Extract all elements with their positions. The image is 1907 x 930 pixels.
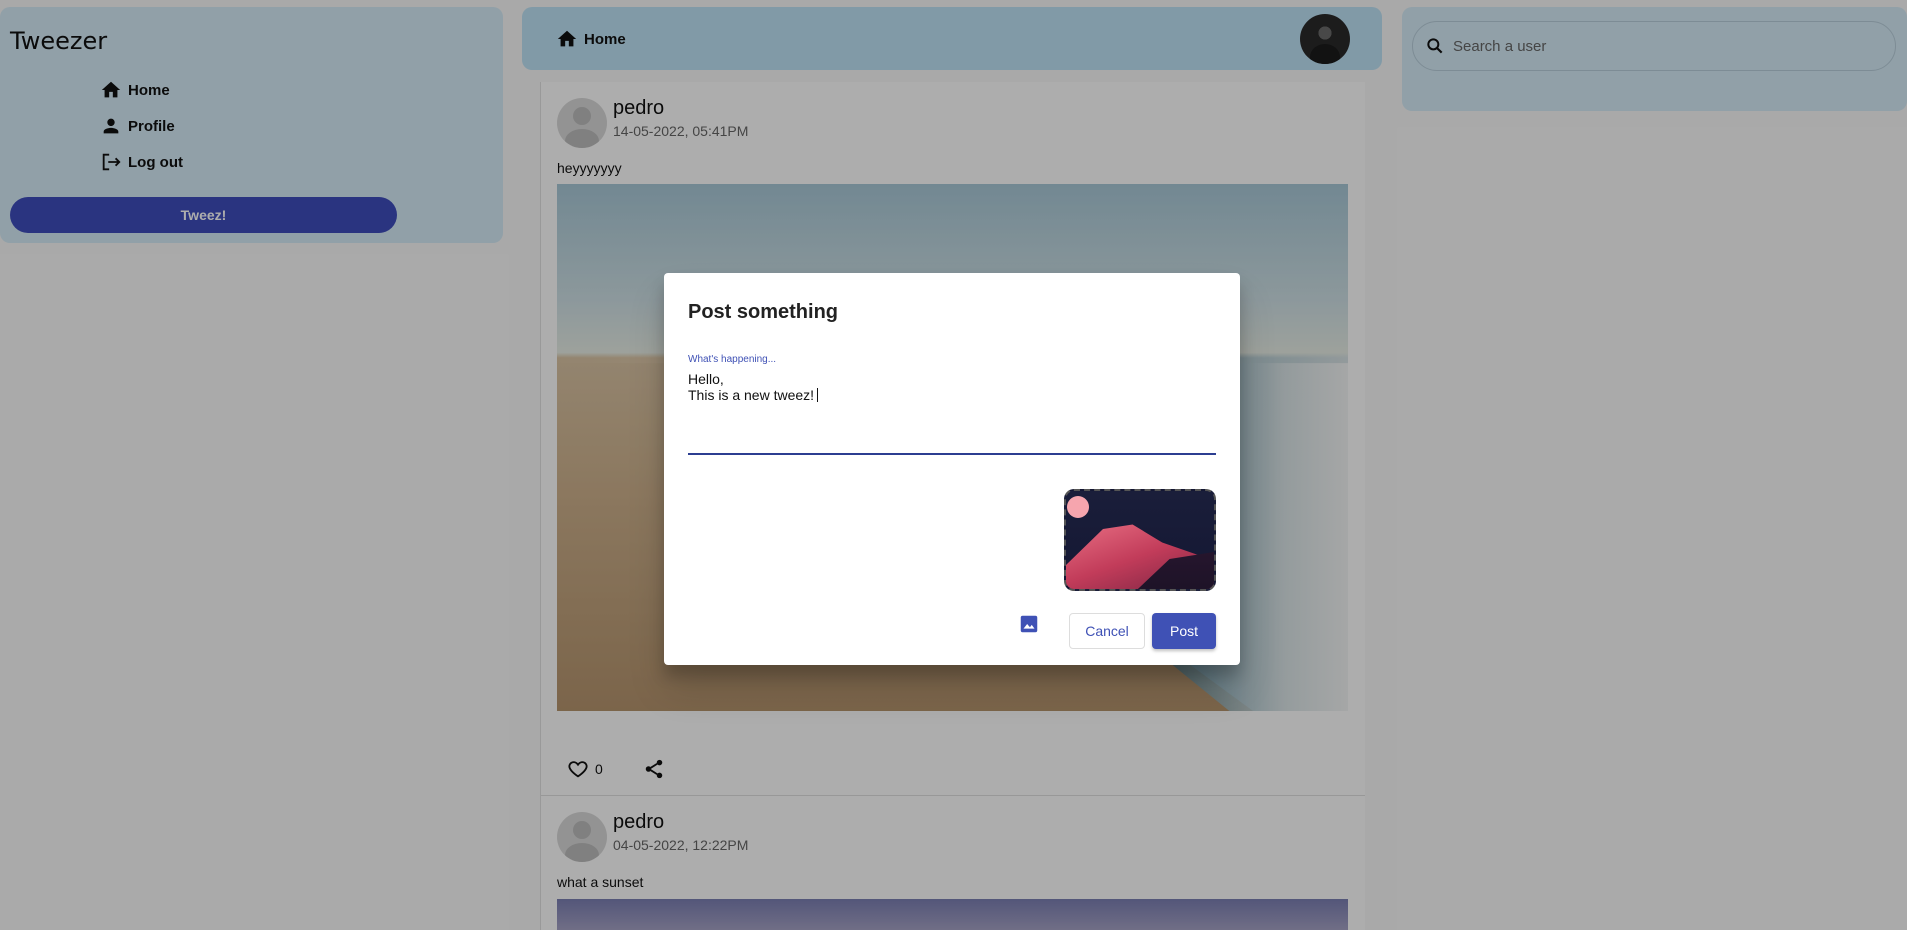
attached-image-preview[interactable]	[1064, 489, 1216, 591]
post-textarea[interactable]: Hello, This is a new tweez!	[688, 371, 819, 403]
image-icon[interactable]	[1018, 613, 1040, 635]
text-caret	[817, 388, 819, 402]
post-button[interactable]: Post	[1152, 613, 1216, 649]
post-textarea-value: Hello, This is a new tweez!	[688, 371, 815, 403]
post-dialog: Post something What's happening... Hello…	[664, 273, 1240, 665]
cancel-button[interactable]: Cancel	[1069, 613, 1145, 649]
dialog-title: Post something	[688, 301, 839, 323]
post-field-underline	[688, 453, 1216, 455]
post-field-label: What's happening...	[688, 354, 777, 365]
